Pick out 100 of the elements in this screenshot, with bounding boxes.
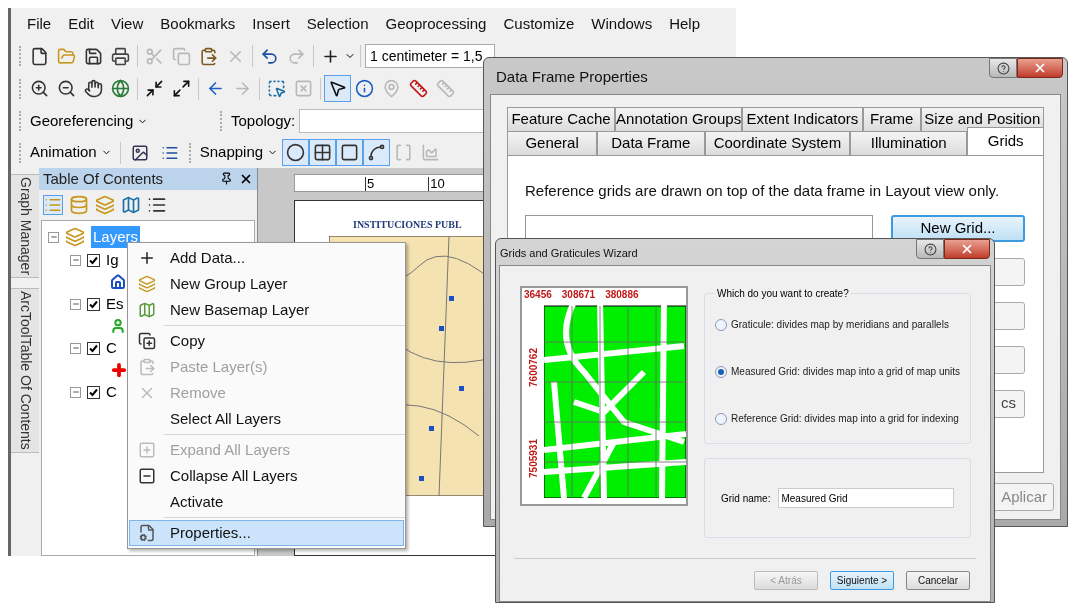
fixed-zoom-out-icon (172, 79, 191, 98)
tab[interactable]: Illumination (850, 131, 968, 155)
identify-icon (355, 79, 374, 98)
help-button[interactable] (916, 239, 944, 259)
snap-square-button[interactable] (336, 139, 364, 166)
menu-item[interactable]: Geoprocessing (377, 12, 495, 36)
window-title: Grids and Graticules Wizard (500, 246, 638, 261)
checkmark-icon (89, 255, 98, 265)
menu-item[interactable]: Collapse All Layers (129, 463, 404, 489)
measure-icon (409, 79, 428, 98)
radio-button[interactable] (715, 365, 727, 378)
save-icon (84, 46, 103, 66)
tab[interactable]: Data Frame (597, 131, 705, 155)
radio-button[interactable] (715, 318, 727, 331)
zoom-in-icon (30, 79, 49, 98)
redo-icon (287, 46, 306, 66)
menu-item[interactable]: Select All Layers (129, 406, 404, 432)
expander[interactable] (70, 386, 81, 398)
tab[interactable]: Extent Indicators (742, 107, 863, 131)
close-icon (1033, 61, 1047, 75)
checkbox[interactable] (87, 385, 100, 399)
menu-item[interactable]: Bookmarks (152, 12, 244, 36)
tab[interactable]: Feature Cache (507, 107, 615, 131)
map-icon[interactable] (121, 195, 141, 215)
georeferencing-menu[interactable]: Georeferencing (26, 109, 216, 133)
menu-item[interactable]: View (103, 12, 152, 36)
menu-item[interactable]: Copy (129, 328, 404, 354)
pointer-button[interactable] (324, 75, 351, 102)
figure-symbol-icon (110, 318, 126, 334)
tab[interactable]: Frame (862, 107, 921, 131)
tree-item[interactable]: C (106, 336, 117, 360)
clear-selection-icon (294, 79, 313, 98)
globe-icon (111, 79, 130, 98)
snap-bracket-icon (394, 143, 414, 162)
expander[interactable] (70, 298, 81, 310)
wizard-button[interactable]: Cancelar (906, 571, 970, 590)
menu-item[interactable]: Customize (495, 12, 583, 36)
tab[interactable]: Grids (967, 127, 1044, 155)
close-button[interactable] (944, 239, 990, 259)
menu-item[interactable]: New Basemap Layer (129, 297, 404, 323)
grid-name-field[interactable]: Measured Grid (778, 488, 954, 508)
help-button[interactable] (989, 58, 1017, 78)
collapse-icon (71, 300, 80, 308)
checkbox[interactable] (87, 341, 100, 355)
expander[interactable] (48, 231, 59, 243)
checkmark-icon (89, 343, 98, 353)
option-label: Measured Grid: divides map into a grid of map units (731, 365, 960, 379)
tab[interactable]: General (507, 131, 598, 155)
coordinate-label: 308671 (561, 288, 596, 302)
tree-item[interactable]: C (106, 380, 117, 404)
paste-icon (138, 358, 156, 376)
snap-grid-button[interactable] (309, 139, 337, 166)
expander[interactable] (70, 254, 81, 266)
menu-item[interactable]: Selection (298, 12, 377, 36)
snap-edge-button[interactable] (363, 139, 391, 166)
menu-item[interactable]: Windows (583, 12, 661, 36)
checkbox[interactable] (87, 297, 100, 311)
help-icon (923, 242, 937, 256)
new-document-icon (30, 46, 49, 66)
snapping-menu[interactable]: Snapping (195, 141, 283, 164)
print-icon (111, 46, 130, 66)
tab[interactable]: Annotation Groups (615, 107, 743, 131)
snap-edge-icon (367, 143, 387, 162)
menu-item[interactable]: Edit (60, 12, 103, 36)
zoom-out-icon (57, 79, 76, 98)
building-symbol-icon (110, 274, 126, 290)
add-data-icon (138, 249, 156, 267)
animation-menu[interactable]: Animation (26, 141, 116, 164)
tree-item[interactable]: Es (106, 292, 124, 316)
tree-item[interactable]: Ig (106, 248, 119, 272)
menu-item[interactable]: Properties... (129, 520, 404, 546)
collapse-icon (71, 388, 80, 396)
pan-hand-icon (84, 79, 103, 98)
wizard-button[interactable]: Siguiente > (830, 571, 894, 590)
snap-point-icon (286, 143, 306, 162)
paste-icon (199, 46, 218, 66)
expander[interactable] (70, 342, 81, 354)
menu-item[interactable]: Help (661, 12, 709, 36)
tab[interactable]: Coordinate System (704, 131, 851, 155)
menu-item[interactable]: New Group Layer (129, 271, 404, 297)
layers-icon (65, 227, 85, 247)
menu-item[interactable]: Insert (244, 12, 298, 36)
snap-chart-icon (421, 143, 441, 162)
scale-field[interactable]: 1 centimeter = 1,5 (365, 44, 495, 68)
checkbox[interactable] (87, 253, 100, 267)
ruler-label: 5 (365, 177, 375, 191)
close-icon[interactable] (239, 172, 253, 186)
close-button[interactable] (1017, 58, 1063, 78)
map-title: INSTITUCIONES PUBL (353, 218, 462, 232)
expand-icon (138, 441, 156, 459)
collapse-icon (71, 344, 80, 352)
copy-icon (138, 332, 156, 350)
snap-point-button[interactable] (282, 139, 310, 166)
pin-icon[interactable] (220, 172, 233, 185)
menu-item[interactable]: Activate (129, 489, 404, 515)
options-list-icon[interactable] (147, 195, 167, 215)
menu-item[interactable]: File (19, 12, 60, 36)
radio-button[interactable] (715, 412, 727, 425)
coordinate-label: 7600762 (526, 348, 540, 387)
option-label: Graticule: divides map by meridians and parallels (731, 318, 949, 332)
